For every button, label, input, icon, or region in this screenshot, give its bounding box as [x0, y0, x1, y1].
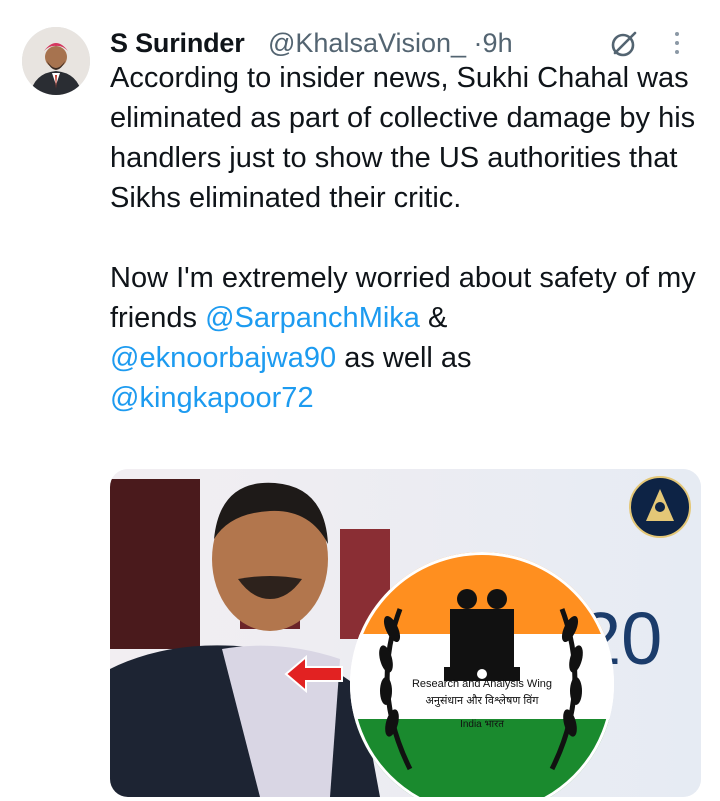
separator: ·: [473, 28, 483, 58]
mention-kingkapoor72[interactable]: @kingkapoor72: [110, 382, 314, 414]
ampersand-text: &: [419, 302, 456, 334]
author-handle[interactable]: @KhalsaVision_: [268, 28, 466, 58]
avatar[interactable]: [22, 27, 90, 95]
mention-sarpanchmika[interactable]: @SarpanchMika: [205, 302, 420, 334]
tweet-media-image[interactable]: 20 Research and Analysis Wing अनुसंधान औ…: [110, 469, 701, 797]
grok-icon[interactable]: [606, 26, 642, 62]
media-photo: 20 Research and Analysis Wing अनुसंधान औ…: [110, 469, 701, 797]
more-icon[interactable]: [670, 32, 684, 60]
emblem-text-3: India भारत: [460, 719, 504, 730]
emblem-text-2: अनुसंधान और विश्लेषण विंग: [425, 694, 539, 707]
mention-eknoorbajwa90[interactable]: @eknoorbajwa90: [110, 342, 336, 374]
author-name[interactable]: S Surinder: [110, 28, 245, 59]
tweet-text: According to insider news, Sukhi Chahal …: [110, 58, 700, 418]
author-handle-time[interactable]: @KhalsaVision_ ·9h: [268, 28, 513, 59]
watermark-badge: [629, 476, 691, 538]
timestamp[interactable]: 9h: [483, 28, 513, 58]
emblem-text-1: Research and Analysis Wing: [412, 678, 552, 690]
as-well-as-text: as well as: [336, 342, 480, 374]
tweet-paragraph-1: According to insider news, Sukhi Chahal …: [110, 62, 704, 214]
